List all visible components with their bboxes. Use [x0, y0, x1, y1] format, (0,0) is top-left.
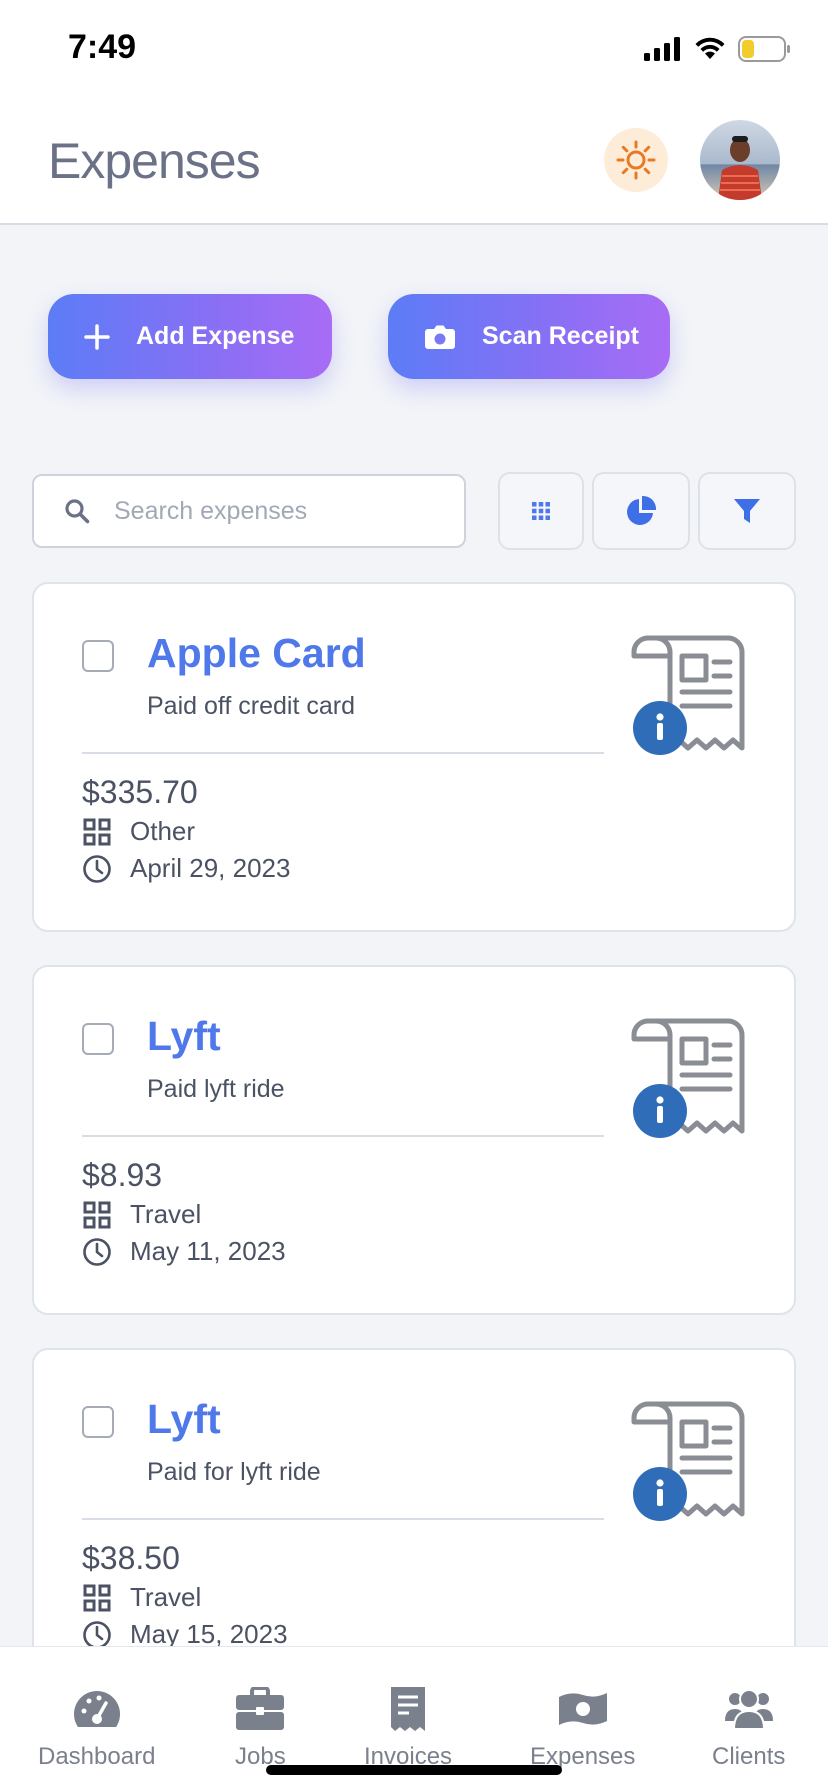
status-icons: [644, 36, 792, 62]
grid-view-icon: [532, 502, 550, 520]
receipt-info-icon: [631, 1401, 745, 1521]
add-expense-button[interactable]: Add Expense: [48, 294, 332, 379]
search-icon: [64, 498, 90, 524]
nav-label: Clients: [712, 1743, 786, 1770]
search-input[interactable]: [114, 496, 414, 526]
expense-date: May 11, 2023: [130, 1236, 286, 1266]
briefcase-icon: [235, 1685, 285, 1733]
category-icon: [82, 817, 112, 847]
nav-item-jobs[interactable]: Jobs: [235, 1685, 286, 1771]
expense-category: Travel: [130, 1199, 202, 1229]
expense-merchant[interactable]: Lyft: [147, 1396, 221, 1443]
expense-card[interactable]: Lyft Paid lyft ride $8.93 Travel May 11,…: [32, 965, 796, 1315]
expense-date-row: May 11, 2023: [82, 1236, 286, 1267]
receipt-icon: [389, 1685, 427, 1733]
expense-category-row: Travel: [82, 1582, 201, 1613]
scan-receipt-label: Scan Receipt: [482, 322, 640, 350]
expense-description: Paid lyft ride: [147, 1075, 285, 1103]
receipt-info-button[interactable]: [626, 632, 756, 762]
expense-checkbox[interactable]: [82, 1406, 114, 1438]
receipt-info-button[interactable]: [626, 1015, 756, 1145]
category-icon: [82, 1200, 112, 1230]
dashboard-icon: [72, 1685, 122, 1733]
avatar-photo: [700, 120, 780, 200]
expense-checkbox[interactable]: [82, 1023, 114, 1055]
page-title: Expenses: [48, 133, 261, 189]
chart-view-button[interactable]: [592, 472, 690, 550]
camera-icon: [424, 324, 456, 350]
expense-description: Paid for lyft ride: [147, 1458, 321, 1486]
expense-category: Travel: [130, 1582, 202, 1612]
expense-amount: $8.93: [82, 1157, 163, 1193]
expense-merchant[interactable]: Lyft: [147, 1013, 221, 1060]
nav-item-clients[interactable]: Clients: [712, 1685, 785, 1771]
status-bar: 7:49: [0, 0, 828, 100]
nav-item-dashboard[interactable]: Dashboard: [38, 1685, 155, 1771]
filter-icon: [734, 499, 760, 523]
expense-date: April 29, 2023: [130, 853, 291, 883]
users-icon: [724, 1685, 774, 1733]
wifi-icon: [695, 37, 725, 59]
avatar[interactable]: [700, 120, 780, 200]
plus-icon: [84, 323, 110, 350]
receipt-info-icon: [631, 635, 745, 755]
sun-icon: [616, 140, 656, 180]
header: Expenses: [0, 100, 828, 225]
receipt-info-button[interactable]: [626, 1398, 756, 1528]
search-box[interactable]: [32, 474, 466, 548]
battery-icon: [738, 36, 790, 62]
expense-description: Paid off credit card: [147, 692, 355, 720]
divider: [82, 752, 604, 754]
expense-amount: $38.50: [82, 1540, 180, 1576]
filter-button[interactable]: [698, 472, 796, 550]
receipt-info-icon: [631, 1018, 745, 1138]
expense-card[interactable]: Apple Card Paid off credit card $335.70 …: [32, 582, 796, 932]
category-icon: [82, 1583, 112, 1613]
expense-date-row: April 29, 2023: [82, 853, 290, 884]
money-icon: [558, 1685, 608, 1733]
expense-category-row: Travel: [82, 1199, 201, 1230]
clock-icon: [82, 1237, 112, 1267]
status-time: 7:49: [68, 28, 137, 66]
nav-label: Dashboard: [38, 1743, 156, 1770]
expense-category-row: Other: [82, 816, 195, 847]
divider: [82, 1135, 604, 1137]
expense-amount: $335.70: [82, 774, 198, 810]
expense-category: Other: [130, 816, 196, 846]
scan-receipt-button[interactable]: Scan Receipt: [388, 294, 670, 379]
add-expense-label: Add Expense: [136, 322, 295, 350]
expense-merchant[interactable]: Apple Card: [147, 630, 366, 677]
theme-toggle-button[interactable]: [604, 128, 668, 192]
home-indicator[interactable]: [266, 1765, 562, 1775]
pie-chart-icon: [627, 495, 657, 525]
clock-icon: [82, 1620, 112, 1650]
clock-icon: [82, 854, 112, 884]
nav-item-invoices[interactable]: Invoices: [364, 1685, 452, 1771]
signal-icon: [644, 37, 680, 61]
expense-checkbox[interactable]: [82, 640, 114, 672]
divider: [82, 1518, 604, 1520]
grid-view-button[interactable]: [498, 472, 584, 550]
nav-item-expenses[interactable]: Expenses: [530, 1685, 635, 1771]
